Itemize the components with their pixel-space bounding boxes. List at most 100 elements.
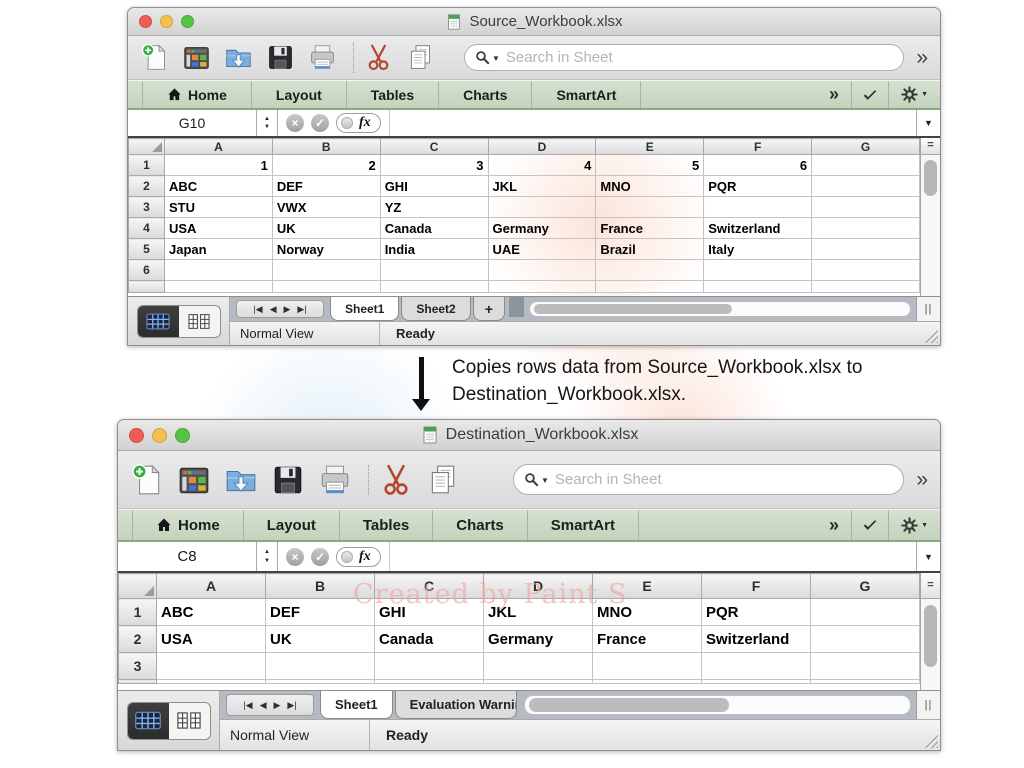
- split-handle[interactable]: =: [921, 138, 940, 155]
- name-box-input[interactable]: [128, 110, 256, 136]
- cell[interactable]: [704, 281, 812, 293]
- row-header-5[interactable]: 5: [129, 239, 165, 260]
- search-field[interactable]: ▼: [464, 44, 904, 71]
- cell[interactable]: ABC: [157, 599, 266, 626]
- tab-tables[interactable]: Tables: [347, 81, 439, 108]
- row-header-4[interactable]: [119, 680, 157, 684]
- cell[interactable]: [811, 599, 920, 626]
- resize-grip[interactable]: [923, 328, 938, 343]
- cell[interactable]: [596, 281, 704, 293]
- cell[interactable]: DEF: [272, 176, 380, 197]
- cell[interactable]: [593, 653, 702, 680]
- column-header-G[interactable]: G: [812, 139, 920, 155]
- cell[interactable]: JKL: [484, 599, 593, 626]
- next-sheet-button[interactable]: ▶: [284, 304, 291, 315]
- cut-button[interactable]: [379, 463, 413, 497]
- row-header-3[interactable]: 3: [129, 197, 165, 218]
- cell[interactable]: [702, 653, 811, 680]
- cell[interactable]: 6: [704, 155, 812, 176]
- cell[interactable]: UK: [266, 626, 375, 653]
- tab-smartart[interactable]: SmartArt: [528, 510, 639, 540]
- toolbar-overflow-button[interactable]: »: [916, 469, 928, 490]
- insert-function-button[interactable]: fx: [336, 113, 381, 133]
- vertical-scrollbar[interactable]: =: [920, 138, 940, 296]
- cell[interactable]: GHI: [380, 176, 488, 197]
- tab-smartart[interactable]: SmartArt: [532, 81, 641, 108]
- last-sheet-button[interactable]: ▶|: [297, 304, 306, 315]
- cell[interactable]: [380, 281, 488, 293]
- cell[interactable]: France: [593, 626, 702, 653]
- column-header-G[interactable]: G: [811, 574, 920, 599]
- cell[interactable]: [812, 281, 920, 293]
- close-window-button[interactable]: [139, 15, 152, 28]
- toolbar-overflow-button[interactable]: »: [916, 47, 928, 68]
- search-input[interactable]: [553, 470, 893, 489]
- cell[interactable]: Germany: [484, 626, 593, 653]
- ribbon-collapse-button[interactable]: [851, 510, 888, 540]
- cell[interactable]: VWX: [272, 197, 380, 218]
- cell[interactable]: [375, 653, 484, 680]
- horizontal-scrollbar[interactable]: [524, 695, 911, 715]
- print-button[interactable]: [318, 463, 352, 497]
- tab-tables[interactable]: Tables: [340, 510, 433, 540]
- horizontal-scroll-thumb[interactable]: [529, 698, 729, 712]
- tab-layout[interactable]: Layout: [244, 510, 340, 540]
- cell[interactable]: GHI: [375, 599, 484, 626]
- page-layout-view-button[interactable]: [169, 703, 210, 739]
- name-box[interactable]: [128, 110, 256, 136]
- row-header-4[interactable]: 4: [129, 218, 165, 239]
- save-button[interactable]: [271, 463, 305, 497]
- cell[interactable]: [272, 260, 380, 281]
- minimize-window-button[interactable]: [160, 15, 173, 28]
- cell[interactable]: France: [596, 218, 704, 239]
- column-header-F[interactable]: F: [702, 574, 811, 599]
- vertical-scroll-thumb[interactable]: [924, 160, 937, 196]
- column-header-C[interactable]: C: [375, 574, 484, 599]
- column-header-C[interactable]: C: [380, 139, 488, 155]
- column-header-D[interactable]: D: [484, 574, 593, 599]
- row-header-1[interactable]: 1: [119, 599, 157, 626]
- open-button[interactable]: [224, 43, 253, 72]
- cell[interactable]: [704, 260, 812, 281]
- column-header-D[interactable]: D: [488, 139, 596, 155]
- cell[interactable]: JKL: [488, 176, 596, 197]
- row-header-2[interactable]: 2: [129, 176, 165, 197]
- search-scope-dropdown-icon[interactable]: ▼: [492, 54, 500, 63]
- ribbon-overflow-button[interactable]: »: [817, 81, 851, 108]
- cell[interactable]: STU: [165, 197, 273, 218]
- row-header-1[interactable]: 1: [129, 155, 165, 176]
- cell[interactable]: [488, 260, 596, 281]
- cell[interactable]: 5: [596, 155, 704, 176]
- cell[interactable]: PQR: [702, 599, 811, 626]
- cell[interactable]: MNO: [596, 176, 704, 197]
- sheet-tab-sheet2[interactable]: Sheet2: [401, 297, 470, 321]
- formula-input[interactable]: [389, 542, 916, 571]
- next-sheet-button[interactable]: ▶: [274, 700, 281, 711]
- minimize-window-button[interactable]: [152, 428, 167, 443]
- cell[interactable]: [484, 653, 593, 680]
- cut-button[interactable]: [364, 43, 393, 72]
- accept-entry-button[interactable]: ✓: [311, 548, 329, 566]
- cell[interactable]: [812, 197, 920, 218]
- column-header-E[interactable]: E: [593, 574, 702, 599]
- cell[interactable]: [596, 197, 704, 218]
- sheet-tab-sheet1[interactable]: Sheet1: [320, 691, 393, 719]
- cell[interactable]: Brazil: [596, 239, 704, 260]
- tab-home[interactable]: Home: [132, 510, 244, 540]
- horizontal-scroll-thumb[interactable]: [534, 304, 732, 314]
- cell[interactable]: [593, 680, 702, 684]
- scrollbar-end-handle[interactable]: ||: [916, 691, 940, 719]
- cell[interactable]: Norway: [272, 239, 380, 260]
- cell[interactable]: [812, 155, 920, 176]
- cell[interactable]: [375, 680, 484, 684]
- gallery-button[interactable]: [177, 463, 211, 497]
- cell[interactable]: [702, 680, 811, 684]
- tab-home[interactable]: Home: [142, 81, 252, 108]
- name-box-stepper[interactable]: ▲ ▼: [256, 110, 278, 136]
- cell[interactable]: [165, 260, 273, 281]
- column-header-E[interactable]: E: [596, 139, 704, 155]
- cell[interactable]: Switzerland: [704, 218, 812, 239]
- cell[interactable]: [811, 680, 920, 684]
- cell[interactable]: [812, 176, 920, 197]
- name-box[interactable]: [118, 542, 256, 571]
